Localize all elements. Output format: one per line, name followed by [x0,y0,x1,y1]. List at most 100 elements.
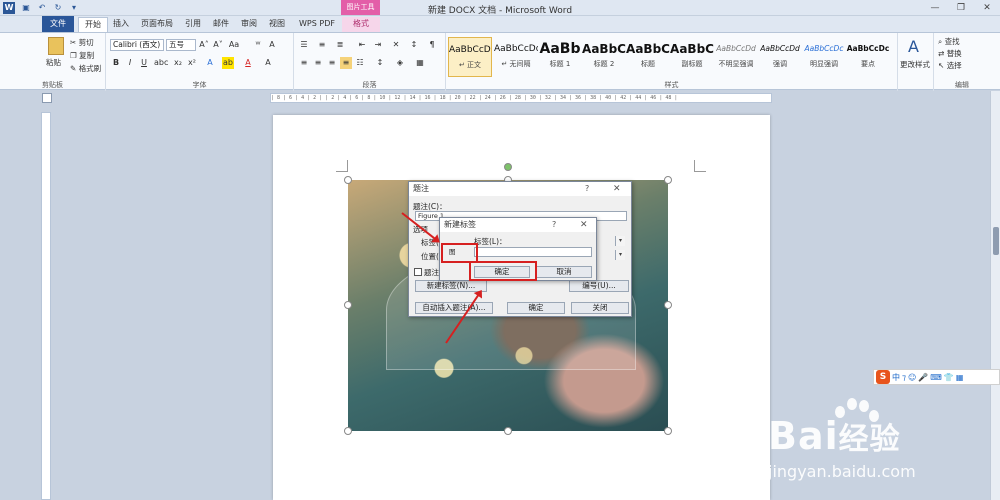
font-name-box[interactable]: Calibri (西文) [110,39,164,51]
tab-view[interactable]: 视图 [266,17,288,32]
change-styles-button[interactable]: A 更改样式 [898,33,934,91]
style-normal[interactable]: AaBbCcDd ↵ 正文 [448,37,492,77]
grow-font-icon[interactable]: A˄ [198,39,210,51]
resize-handle[interactable] [344,176,352,184]
shading-icon[interactable]: ◈ [394,57,406,69]
text-effects-icon[interactable]: A [204,57,216,69]
resize-handle[interactable] [664,301,672,309]
skin-icon[interactable]: 👕 [944,373,954,382]
highlight-color-icon[interactable]: ab [222,57,234,69]
increase-indent-icon[interactable]: ⇥ [372,39,384,51]
style-strong[interactable]: AaBbCcDc 要点 [846,37,890,77]
align-center-icon[interactable]: ≡ [312,57,324,69]
superscript-icon[interactable]: x² [186,57,198,69]
char-shading-icon[interactable]: A [262,57,274,69]
close-icon[interactable]: ✕ [974,0,1000,16]
distributed-icon[interactable]: ☷ [354,57,366,69]
resize-handle[interactable] [664,176,672,184]
char-border-icon[interactable]: A [266,39,278,51]
close-icon[interactable]: ✕ [613,182,621,196]
style-title[interactable]: AaBbC 标题 [626,37,670,77]
line-spacing-icon[interactable]: ↕ [374,57,386,69]
change-case-icon[interactable]: Aa [228,39,240,51]
subscript-icon[interactable]: x₂ [172,57,184,69]
exclude-label-checkbox[interactable] [414,268,422,276]
align-right-icon[interactable]: ≡ [326,57,338,69]
emoji-icon[interactable]: ☺ [908,373,916,382]
tab-references[interactable]: 引用 [182,17,204,32]
minimize-icon[interactable]: — [922,0,948,16]
sogou-logo-icon[interactable]: S [876,370,890,384]
format-painter-button[interactable]: ✎ 格式刷 [70,63,101,74]
style-subtle-emphasis[interactable]: AaBbCcDd 不明显强调 [714,37,758,77]
strikethrough-icon[interactable]: abc [154,57,168,69]
style-emphasis[interactable]: AaBbCcDd 强调 [758,37,802,77]
caption-close-button[interactable]: 关闭 [571,302,629,314]
font-color-icon[interactable]: A [242,57,254,69]
horizontal-ruler[interactable]: | 8 | 6 | 4 | 2 | | 2 | 4 | 6 | 8 | 10 |… [270,93,772,103]
tab-review[interactable]: 审阅 [238,17,260,32]
replace-button[interactable]: ⇄ 替换 [938,48,962,59]
resize-handle[interactable] [344,301,352,309]
bullets-icon[interactable]: ☰ [298,39,310,51]
ime-lang[interactable]: 中 [892,372,900,383]
label-dropdown-arrow[interactable]: ▾ [615,236,625,246]
position-dropdown-arrow[interactable]: ▾ [615,250,625,260]
justify-icon[interactable]: ≡ [340,57,352,69]
tab-page-layout[interactable]: 页面布局 [137,17,177,32]
tools-icon[interactable]: ▦ [956,373,964,382]
tab-home[interactable]: 开始 [78,17,108,32]
ruler-tab-selector[interactable] [42,93,52,103]
auto-caption-button[interactable]: 自动插入题注(A)... [415,302,493,314]
find-button[interactable]: ⌕ 查找 [938,36,960,47]
numbering-icon[interactable]: ≡ [316,39,328,51]
italic-icon[interactable]: I [124,57,136,69]
punctuation-icon[interactable]: ⁊ [902,373,906,382]
decrease-indent-icon[interactable]: ⇤ [356,39,368,51]
vertical-ruler[interactable] [41,112,51,500]
cut-button[interactable]: ✂ 剪切 [70,37,94,48]
tab-file[interactable]: 文件 [42,16,74,32]
borders-icon[interactable]: ▦ [414,57,426,69]
style-subtitle[interactable]: AaBbC 副标题 [670,37,714,77]
show-marks-icon[interactable]: ¶ [426,39,438,51]
new-label-cancel-button[interactable]: 取消 [536,266,592,278]
resize-handle[interactable] [504,427,512,435]
select-button[interactable]: ↖ 选择 [938,60,962,71]
tab-insert[interactable]: 插入 [110,17,132,32]
close-icon[interactable]: ✕ [580,218,588,232]
style-intense-emphasis[interactable]: AaBbCcDc 明显强调 [802,37,846,77]
chinese-layout-icon[interactable]: ✕ [390,39,402,51]
caption-ok-button[interactable]: 确定 [507,302,565,314]
resize-handle[interactable] [344,427,352,435]
style-heading-2[interactable]: AaBbC 标题 2 [582,37,626,77]
help-icon[interactable]: ? [585,182,589,196]
font-size-box[interactable]: 五号 [166,39,196,51]
voice-icon[interactable]: 🎤 [918,373,928,382]
keyboard-icon[interactable]: ⌨ [930,373,942,382]
restore-icon[interactable]: ❐ [948,0,974,16]
style-heading-1[interactable]: AaBb 标题 1 [538,37,582,77]
tab-format[interactable]: 格式 [342,17,380,32]
shrink-font-icon[interactable]: A˅ [212,39,224,51]
tab-wps-pdf[interactable]: WPS PDF [296,17,338,32]
help-icon[interactable]: ? [552,218,556,232]
paste-icon[interactable] [48,37,64,55]
sort-icon[interactable]: ↕ [408,39,420,51]
new-label-input[interactable]: 图 [449,247,592,257]
phonetic-icon[interactable]: ᵂ [252,39,264,51]
style-sample: AaBbCcDd [760,44,800,53]
multilevel-list-icon[interactable]: ≣ [334,39,346,51]
position-label: 位置( [421,252,439,261]
scroll-thumb[interactable] [993,227,999,255]
bold-icon[interactable]: B [110,57,122,69]
align-left-icon[interactable]: ≡ [298,57,310,69]
underline-icon[interactable]: U [138,57,150,69]
rotate-handle[interactable] [504,163,512,171]
tab-mailings[interactable]: 邮件 [210,17,232,32]
paste-button[interactable]: 粘贴 [46,57,61,68]
numbering-button[interactable]: 编号(U)... [569,280,629,292]
resize-handle[interactable] [664,427,672,435]
style-no-spacing[interactable]: AaBbCcDd ↵ 无间隔 [494,37,538,77]
copy-button[interactable]: ❐ 复制 [70,50,94,61]
